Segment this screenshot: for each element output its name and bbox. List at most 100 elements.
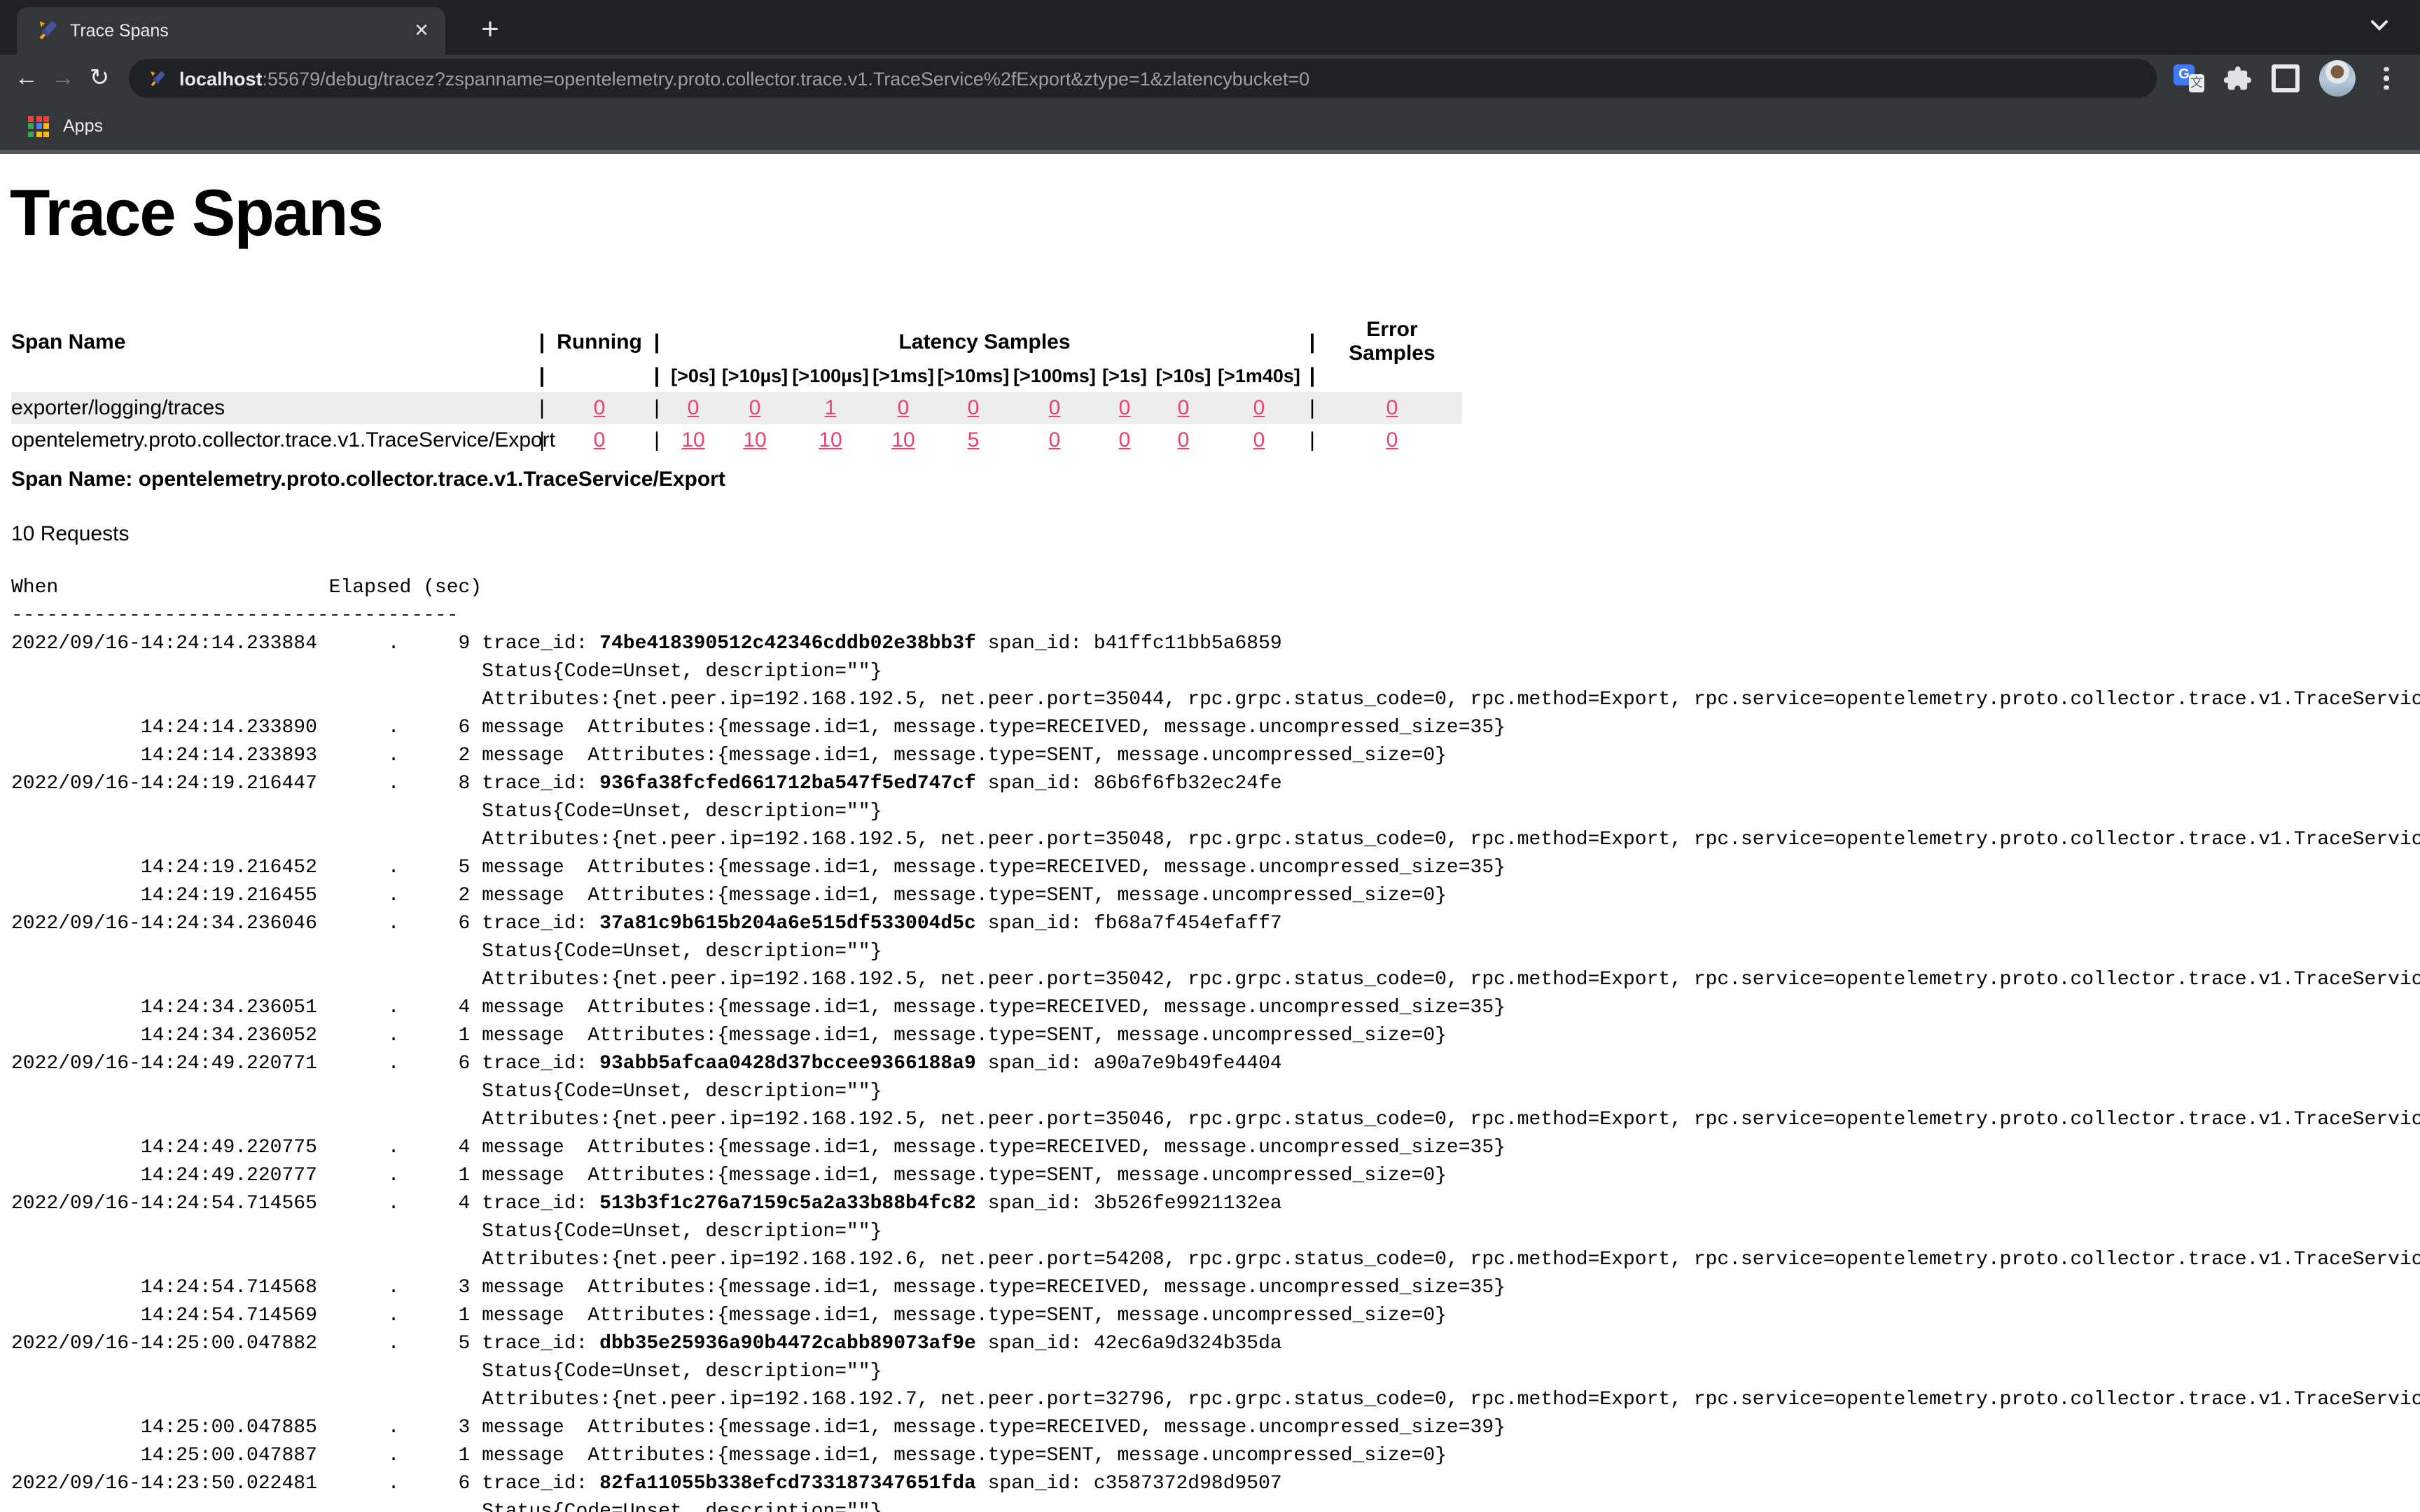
column-separator: | [532,363,552,387]
log-divider: -------------------------------------- [11,602,2420,630]
log-entry-status: Status{Code=Unset, description=""} [11,658,2420,686]
log-entry-event: 14:24:49.220775 . 4 message Attributes:{… [11,1134,2420,1162]
tracez-page: Trace Spans Span Name|Running|Latency Sa… [0,154,2420,1512]
span-name-header: Span Name [11,330,532,354]
latency-bucket-link[interactable]: 0 [968,396,980,420]
column-separator: | [1302,330,1322,354]
log-entry-attributes: Attributes:{net.peer.ip=192.168.192.5, n… [11,966,2420,994]
error-count-link[interactable]: 0 [1386,396,1398,420]
bucket-label: [>10ms] [936,365,1011,386]
bucket-label: [>10µs] [720,365,790,386]
column-separator: | [1302,396,1322,420]
log-entry-event: 14:24:54.714568 . 3 message Attributes:{… [11,1274,2420,1302]
new-tab-button[interactable]: + [471,11,510,50]
tab-close-icon[interactable]: ✕ [409,18,434,43]
page-title: Trace Spans [10,174,382,251]
trace-id-value: 74be418390512c42346cddb02e38bb3f [599,633,976,655]
bucket-label: [>1s] [1098,365,1151,386]
column-separator: | [532,330,552,354]
log-entry-main: 2022/09/16-14:24:14.233884 . 9 trace_id:… [11,630,2420,658]
span-name-cell: exporter/logging/traces [11,396,532,420]
span-summary-table: Span Name|Running|Latency Samples|Error … [11,325,1462,456]
latency-bucket-link[interactable]: 1 [825,396,837,420]
column-separator: | [1302,363,1322,387]
latency-buckets: [>0s][>10µs][>100µs][>1ms][>10ms][>100ms… [667,365,1302,386]
log-entry-event: 14:24:19.216452 . 5 message Attributes:{… [11,854,2420,882]
bucket-label: [>100µs] [790,365,871,386]
tab-search-chevron-icon[interactable] [2370,14,2389,39]
column-separator: | [647,363,667,387]
translate-extension-icon[interactable]: G 文 [2174,64,2204,92]
latency-bucket-link[interactable]: 0 [1049,428,1061,452]
latency-bucket-link[interactable]: 0 [749,396,761,420]
running-count-link[interactable]: 0 [594,396,606,420]
log-entry-main: 2022/09/16-14:24:49.220771 . 6 trace_id:… [11,1050,2420,1078]
latency-bucket-link[interactable]: 0 [898,396,910,420]
log-entry-status: Status{Code=Unset, description=""} [11,1498,2420,1512]
column-separator: | [532,428,552,452]
address-bar[interactable]: localhost:55679/debug/tracez?zspanname=o… [129,59,2157,98]
latency-bucket-link[interactable]: 10 [681,428,704,452]
log-entry-main: 2022/09/16-14:24:54.714565 . 4 trace_id:… [11,1190,2420,1218]
latency-bucket-link[interactable]: 0 [1178,396,1190,420]
trace-id-value: 936fa38fcfed661712ba547f5ed747cf [599,773,976,795]
latency-bucket-link[interactable]: 0 [1253,428,1265,452]
apps-bookmark[interactable]: Apps [63,116,103,136]
latency-bucket-link[interactable]: 0 [1119,396,1131,420]
span-name-cell: opentelemetry.proto.collector.trace.v1.T… [11,428,532,452]
translate-char-glyph: 文 [2189,74,2204,92]
error-count-link[interactable]: 0 [1386,428,1398,452]
bucket-label: [>1ms] [871,365,936,386]
log-entry-event: 14:25:00.047885 . 3 message Attributes:{… [11,1414,2420,1442]
browser-menu-icon[interactable] [2375,64,2397,93]
error-samples-header: Error Samples [1322,318,1462,365]
trace-id-value: 513b3f1c276a7159c5a2a33b88b4fc82 [599,1193,976,1215]
latency-bucket-link[interactable]: 10 [891,428,915,452]
log-entry-attributes: Attributes:{net.peer.ip=192.168.192.5, n… [11,1106,2420,1134]
log-entry-main: 2022/09/16-14:24:19.216447 . 8 trace_id:… [11,770,2420,798]
reload-button[interactable]: ↻ [81,60,118,97]
log-entry-status: Status{Code=Unset, description=""} [11,938,2420,966]
zpages-favicon-icon [36,20,59,42]
bookmarks-bar: Apps [0,102,2420,154]
log-entry-event: 14:24:14.233890 . 6 message Attributes:{… [11,714,2420,742]
log-entry-event: 14:24:49.220777 . 1 message Attributes:{… [11,1162,2420,1190]
running-count-link[interactable]: 0 [594,428,606,452]
latency-bucket-link[interactable]: 10 [743,428,766,452]
column-separator: | [647,396,667,420]
column-separator: | [647,330,667,354]
log-entry-attributes: Attributes:{net.peer.ip=192.168.192.5, n… [11,686,2420,714]
log-entry-main: 2022/09/16-14:23:50.022481 . 6 trace_id:… [11,1470,2420,1498]
table-bucket-header-row: ||[>0s][>10µs][>100µs][>1ms][>10ms][>100… [11,358,1462,392]
apps-grid-icon[interactable] [28,115,49,136]
trace-id-value: 37a81c9b615b204a6e515df533004d5c [599,913,976,935]
log-entry-attributes: Attributes:{net.peer.ip=192.168.192.7, n… [11,1386,2420,1414]
log-entry-attributes: Attributes:{net.peer.ip=192.168.192.6, n… [11,1246,2420,1274]
column-separator: | [1302,428,1322,452]
back-button[interactable]: ← [8,60,45,97]
latency-bucket-link[interactable]: 0 [1049,396,1061,420]
log-entry-event: 14:25:00.047887 . 1 message Attributes:{… [11,1442,2420,1470]
table-row: opentelemetry.proto.collector.trace.v1.T… [11,424,1462,456]
log-entry-main: 2022/09/16-14:25:00.047882 . 5 trace_id:… [11,1330,2420,1358]
side-panel-icon[interactable] [2272,64,2300,92]
url-host: localhost [179,68,263,89]
table-row: exporter/logging/traces|0|001000000|0 [11,392,1462,424]
latency-bucket-link[interactable]: 0 [1253,396,1265,420]
forward-button[interactable]: → [45,60,81,97]
profile-avatar[interactable] [2319,60,2356,97]
log-entry-event: 14:24:14.233893 . 2 message Attributes:{… [11,742,2420,770]
latency-bucket-link[interactable]: 5 [968,428,980,452]
log-entry-attributes: Attributes:{net.peer.ip=192.168.192.5, n… [11,826,2420,854]
log-entry-status: Status{Code=Unset, description=""} [11,1358,2420,1386]
tab-strip: Trace Spans ✕ + [0,0,2420,55]
bucket-label: [>1m40s] [1216,365,1302,386]
latency-bucket-link[interactable]: 10 [819,428,842,452]
extensions-puzzle-icon[interactable] [2224,64,2252,92]
latency-bucket-link[interactable]: 0 [1178,428,1190,452]
latency-bucket-link[interactable]: 0 [688,396,700,420]
latency-bucket-link[interactable]: 0 [1119,428,1131,452]
running-header: Running [552,330,647,354]
browser-tab[interactable]: Trace Spans ✕ [17,7,445,55]
url-text: localhost:55679/debug/tracez?zspanname=o… [179,68,1309,89]
